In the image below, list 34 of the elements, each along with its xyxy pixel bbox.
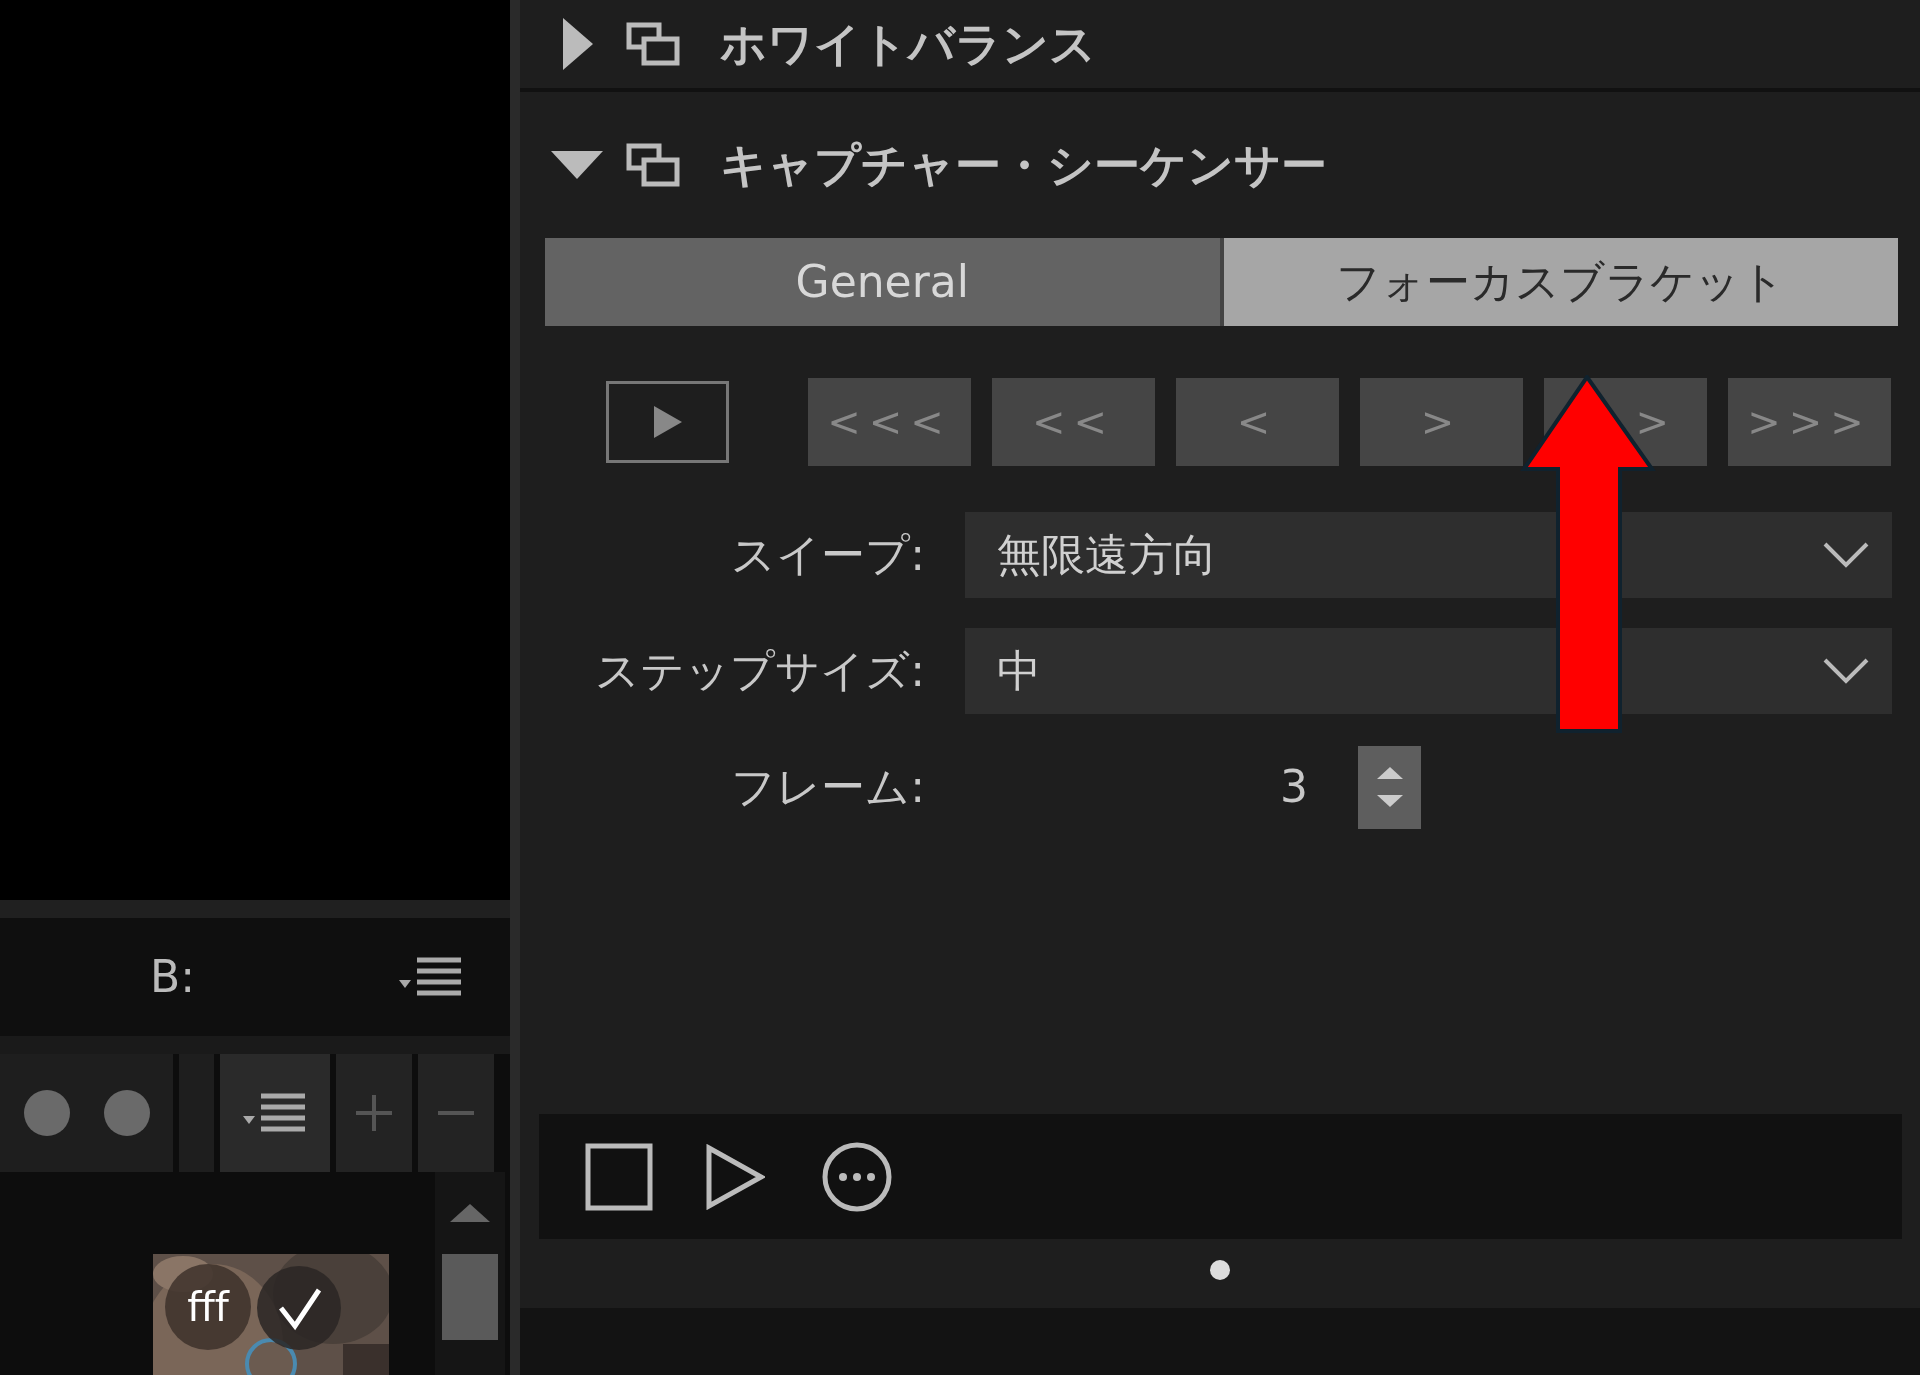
step-button[interactable]: > bbox=[1360, 378, 1523, 466]
window-icon bbox=[626, 143, 680, 187]
play-icon bbox=[651, 404, 684, 440]
chevron-down-icon bbox=[1822, 657, 1870, 685]
spinner-button[interactable] bbox=[1358, 745, 1421, 829]
step-button[interactable]: >>> bbox=[1728, 378, 1891, 466]
window-icon bbox=[626, 22, 680, 66]
step-button[interactable]: <<< bbox=[808, 378, 971, 466]
step-button[interactable]: << bbox=[992, 378, 1155, 466]
dropdown[interactable]: 無限遠方向 bbox=[965, 512, 1892, 598]
section-title[interactable]: ホワイトバランス bbox=[720, 9, 1096, 79]
stop-icon[interactable] bbox=[585, 1142, 653, 1211]
minus-icon bbox=[436, 1111, 476, 1115]
field-label: フレーム: bbox=[730, 760, 925, 814]
play-button[interactable] bbox=[606, 381, 729, 463]
field-label: スイープ: bbox=[730, 528, 925, 582]
channel-label: B: bbox=[150, 950, 195, 1004]
section-title[interactable]: キャプチャー・シーケンサー bbox=[720, 130, 1327, 200]
number-field[interactable]: 3 bbox=[965, 754, 1308, 820]
chevron-down-icon bbox=[1822, 541, 1870, 569]
list-menu-icon bbox=[243, 1092, 307, 1134]
scrollbar-thumb[interactable] bbox=[442, 1254, 498, 1340]
field-label: ステップサイズ: bbox=[594, 644, 925, 698]
scroll-up-icon[interactable] bbox=[450, 1202, 490, 1224]
more-icon[interactable] bbox=[821, 1140, 893, 1213]
tab[interactable]: General bbox=[545, 238, 1220, 326]
play-icon[interactable] bbox=[705, 1143, 765, 1210]
dropdown[interactable]: 中 bbox=[965, 628, 1892, 714]
expand-arrow-icon[interactable] bbox=[549, 149, 605, 181]
list-menu-button[interactable] bbox=[220, 1054, 330, 1172]
list-menu-icon[interactable] bbox=[399, 956, 463, 998]
step-button[interactable]: < bbox=[1176, 378, 1339, 466]
tab[interactable]: フォーカスブラケット bbox=[1223, 238, 1898, 326]
plus-icon bbox=[354, 1093, 394, 1133]
